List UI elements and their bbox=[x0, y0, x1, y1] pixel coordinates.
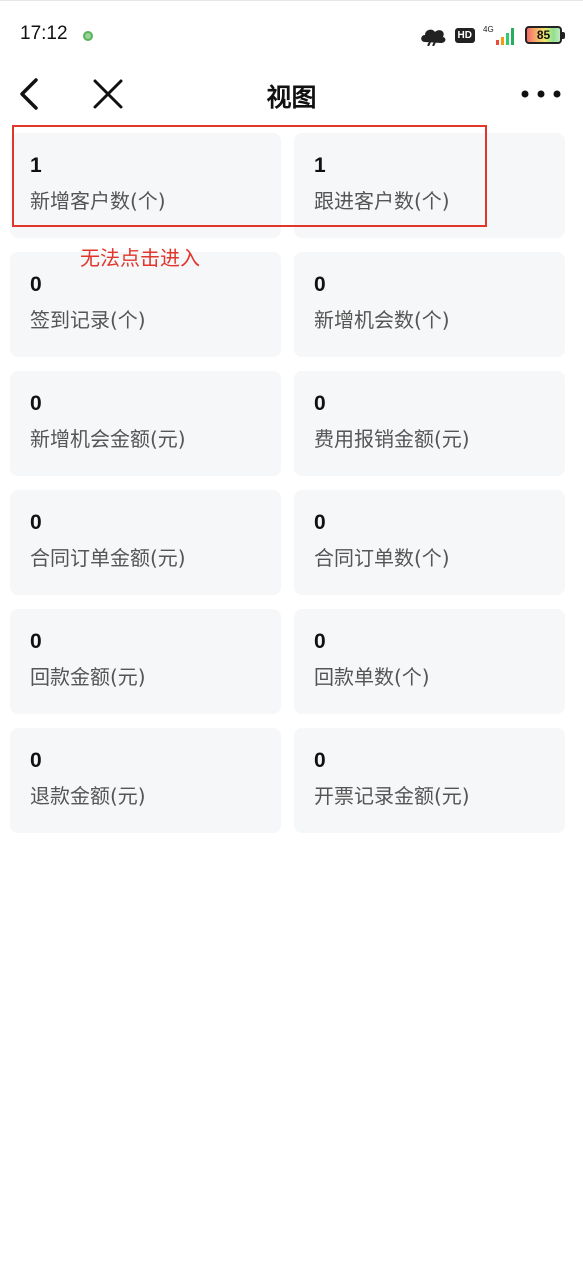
annotation-text: 无法点击进入 bbox=[80, 246, 200, 270]
stat-label: 退款金额(元) bbox=[30, 784, 146, 808]
stat-value: 0 bbox=[30, 749, 42, 772]
battery-level: 85 bbox=[525, 26, 562, 44]
stat-label: 费用报销金额(元) bbox=[314, 427, 470, 451]
stat-label: 回款金额(元) bbox=[30, 665, 146, 689]
stats-grid: 1 新增客户数(个) 1 跟进客户数(个) 0 签到记录(个) 0 新增机会数(… bbox=[10, 133, 565, 833]
stat-card-contract-count[interactable]: 0 合同订单数(个) bbox=[294, 490, 565, 595]
stat-label: 新增机会数(个) bbox=[314, 308, 450, 332]
stat-label: 回款单数(个) bbox=[314, 665, 430, 689]
more-icon[interactable] bbox=[517, 82, 565, 106]
stat-value: 0 bbox=[314, 511, 326, 534]
page-title: 视图 bbox=[266, 83, 317, 112]
stat-value: 0 bbox=[30, 630, 42, 653]
stat-card-expense-amount[interactable]: 0 费用报销金额(元) bbox=[294, 371, 565, 476]
cloud-icon bbox=[420, 29, 446, 46]
stat-label: 新增客户数(个) bbox=[30, 189, 166, 213]
stat-value: 0 bbox=[30, 273, 42, 296]
stat-card-new-opportunity-amount[interactable]: 0 新增机会金额(元) bbox=[10, 371, 281, 476]
stat-label: 新增机会金额(元) bbox=[30, 427, 186, 451]
stat-label: 合同订单数(个) bbox=[314, 546, 450, 570]
stat-card-invoice-amount[interactable]: 0 开票记录金额(元) bbox=[294, 728, 565, 833]
stat-label: 签到记录(个) bbox=[30, 308, 146, 332]
stat-value: 0 bbox=[314, 749, 326, 772]
status-time: 17:12 bbox=[20, 23, 68, 44]
stat-card-payment-amount[interactable]: 0 回款金额(元) bbox=[10, 609, 281, 714]
stat-value: 1 bbox=[314, 154, 326, 177]
stat-card-followed-customers[interactable]: 1 跟进客户数(个) bbox=[294, 133, 565, 238]
stat-card-payment-count[interactable]: 0 回款单数(个) bbox=[294, 609, 565, 714]
battery-icon: 85 bbox=[525, 26, 565, 44]
svg-text:4G: 4G bbox=[483, 25, 494, 34]
stat-card-new-opportunities[interactable]: 0 新增机会数(个) bbox=[294, 252, 565, 357]
stat-value: 0 bbox=[314, 630, 326, 653]
stat-value: 0 bbox=[30, 392, 42, 415]
signal-icon: 4G bbox=[483, 25, 514, 45]
stat-label: 开票记录金额(元) bbox=[314, 784, 470, 808]
notification-dot-icon bbox=[83, 31, 93, 41]
status-bar: 17:12 HD 4G 85 bbox=[0, 0, 583, 70]
stat-card-contract-amount[interactable]: 0 合同订单金额(元) bbox=[10, 490, 281, 595]
stat-value: 1 bbox=[30, 154, 42, 177]
stat-card-new-customers[interactable]: 1 新增客户数(个) bbox=[10, 133, 281, 238]
stat-value: 0 bbox=[314, 273, 326, 296]
stat-card-refund-amount[interactable]: 0 退款金额(元) bbox=[10, 728, 281, 833]
stat-label: 合同订单金额(元) bbox=[30, 546, 186, 570]
status-icons: HD 4G 85 bbox=[419, 23, 565, 47]
stat-value: 0 bbox=[30, 511, 42, 534]
stat-label: 跟进客户数(个) bbox=[314, 189, 450, 213]
hd-badge: HD bbox=[454, 27, 475, 43]
stat-value: 0 bbox=[314, 392, 326, 415]
nav-bar: 视图 bbox=[0, 70, 583, 120]
